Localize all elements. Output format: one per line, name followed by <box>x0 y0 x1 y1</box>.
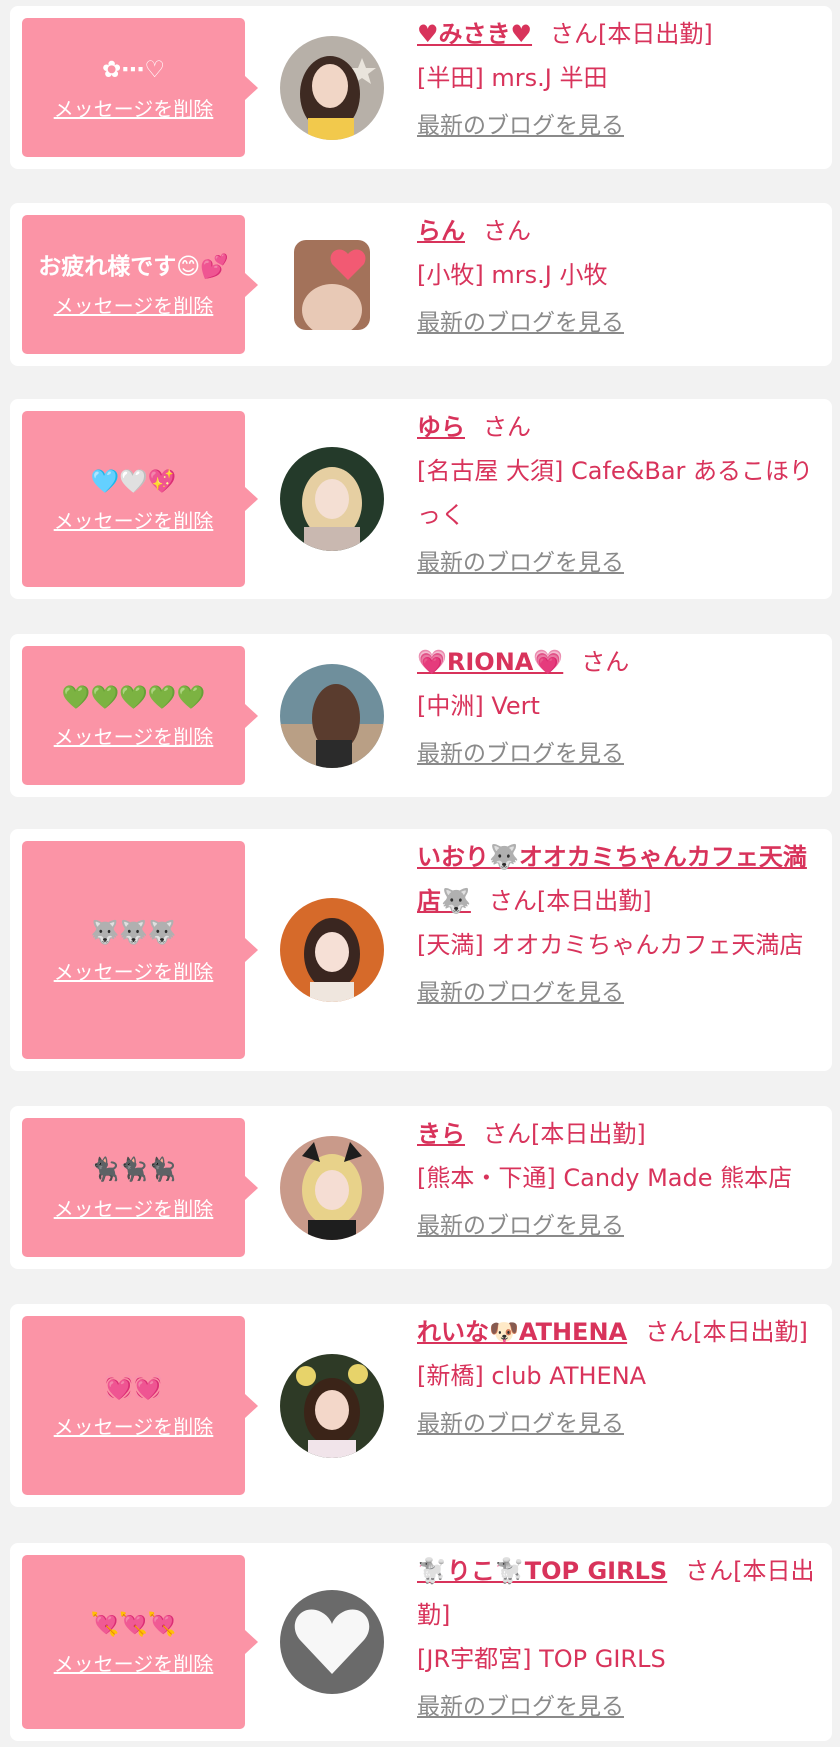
member-info: ♥みさき♥ さん[本日出勤] [半田] mrs.J 半田 最新のブログを見る <box>417 12 822 148</box>
message-text: 💚💚💚💚💚 <box>61 685 206 711</box>
delete-message-link[interactable]: メッセージを削除 <box>54 956 214 985</box>
white-heart-icon <box>280 1590 384 1694</box>
shop-name: [新橋] club ATHENA <box>417 1362 647 1390</box>
member-name-link[interactable]: 🐩りこ🐩TOP GIRLS <box>417 1557 667 1585</box>
member-info: きら さん[本日出勤] [熊本・下通] Candy Made 熊本店 最新のブログ… <box>417 1112 822 1248</box>
message-card: 🩵🤍💖 メッセージを削除 ゆら さん [名古屋 大須] Cafe&Bar あるこほ… <box>10 399 832 599</box>
view-blog-link[interactable]: 最新のブログを見る <box>417 541 822 585</box>
view-blog-link[interactable]: 最新のブログを見る <box>417 301 822 345</box>
girl-photo-icon <box>280 898 384 1002</box>
message-card: 🐈‍⬛🐈‍⬛🐈‍⬛ メッセージを削除 きら さん[本日出勤] [熊本・下通] Ca… <box>10 1106 832 1269</box>
attendance-status: [本日出勤] <box>536 887 652 915</box>
girl-photo-icon <box>280 447 384 551</box>
san-label: さん <box>488 887 537 915</box>
attendance-status: [本日出勤] <box>531 1120 646 1148</box>
view-blog-link[interactable]: 最新のブログを見る <box>417 1204 822 1248</box>
avatar[interactable] <box>280 35 384 140</box>
message-bubble: お疲れ様です😊💕 メッセージを削除 <box>22 215 258 354</box>
message-card: 💓💓 メッセージを削除 れいな🐶ATHENA さん[本日出勤] [新橋] club… <box>10 1304 832 1507</box>
member-info: れいな🐶ATHENA さん[本日出勤] [新橋] club ATHENA 最新のブ… <box>417 1310 822 1446</box>
message-text: ✿⋯♡ <box>102 57 165 83</box>
message-card: お疲れ様です😊💕 メッセージを削除 らん さん [小牧] mrs.J 小牧 最新の… <box>10 203 832 366</box>
attendance-status: [本日出勤] <box>693 1318 808 1346</box>
message-bubble: 🐺🐺🐺 メッセージを削除 <box>22 841 258 1059</box>
avatar[interactable] <box>280 1135 384 1240</box>
member-name-link[interactable]: 💗RIONA💗 <box>417 648 563 676</box>
message-text: お疲れ様です😊💕 <box>38 254 229 280</box>
girl-photo-icon <box>280 1135 384 1240</box>
girl-photo-icon <box>280 1353 384 1458</box>
message-card: 💚💚💚💚💚 メッセージを削除 💗RIONA💗 さん [中洲] Vert 最新のブロ… <box>10 634 832 797</box>
delete-message-link[interactable]: メッセージを削除 <box>54 721 214 750</box>
shop-name: [半田] mrs.J 半田 <box>417 64 608 92</box>
member-info: 💗RIONA💗 さん [中洲] Vert 最新のブログを見る <box>417 640 822 776</box>
message-card: ✿⋯♡ メッセージを削除 ♥みさき♥ さん[本日出勤] [半田] mrs.J 半田… <box>10 6 832 169</box>
delete-message-link[interactable]: メッセージを削除 <box>54 1193 214 1222</box>
message-text: 💘💘💘 <box>90 1611 177 1638</box>
shop-name: [JR宇都宮] TOP GIRLS <box>417 1645 666 1673</box>
girl-photo-icon <box>280 663 384 768</box>
member-name-link[interactable]: ゆら <box>417 413 465 441</box>
avatar[interactable] <box>280 447 384 551</box>
message-card: 💘💘💘 メッセージを削除 🐩りこ🐩TOP GIRLS さん[本日出勤] [JR宇都… <box>10 1543 832 1741</box>
message-text: 💓💓 <box>104 1375 163 1401</box>
view-blog-link[interactable]: 最新のブログを見る <box>417 1402 822 1446</box>
view-blog-link[interactable]: 最新のブログを見る <box>417 732 822 776</box>
shop-name: [天満] オオカミちゃんカフェ天満店 <box>417 931 804 959</box>
san-label: さん <box>581 648 630 676</box>
san-label: さん <box>645 1318 694 1346</box>
member-name-link[interactable]: れいな🐶ATHENA <box>417 1318 627 1346</box>
message-card: 🐺🐺🐺 メッセージを削除 いおり🐺オオカミちゃんカフェ天満店🐺 さん[本日出勤] … <box>10 829 832 1071</box>
view-blog-link[interactable]: 最新のブログを見る <box>417 971 822 1015</box>
san-label: さん <box>685 1557 734 1585</box>
message-text: 🐈‍⬛🐈‍⬛🐈‍⬛ <box>90 1157 177 1183</box>
delete-message-link[interactable]: メッセージを削除 <box>54 505 214 534</box>
member-name-link[interactable]: らん <box>417 217 465 245</box>
san-label: さん <box>483 413 531 441</box>
message-bubble: 🐈‍⬛🐈‍⬛🐈‍⬛ メッセージを削除 <box>22 1118 258 1257</box>
member-name-link[interactable]: きら <box>417 1120 465 1148</box>
member-info: 🐩りこ🐩TOP GIRLS さん[本日出勤] [JR宇都宮] TOP GIRLS … <box>417 1549 822 1729</box>
message-text: 🩵🤍💖 <box>90 468 177 495</box>
view-blog-link[interactable]: 最新のブログを見る <box>417 104 822 148</box>
avatar[interactable] <box>280 898 384 1002</box>
shop-name: [中洲] Vert <box>417 692 540 720</box>
message-bubble: 💘💘💘 メッセージを削除 <box>22 1555 258 1729</box>
avatar[interactable] <box>280 1353 384 1458</box>
message-bubble: 💓💓 メッセージを削除 <box>22 1316 258 1495</box>
san-label: さん <box>550 20 599 48</box>
member-info: ゆら さん [名古屋 大須] Cafe&Bar あるこほりっく 最新のブログを見る <box>417 405 822 585</box>
delete-message-link[interactable]: メッセージを削除 <box>54 1648 214 1677</box>
member-name-link[interactable]: ♥みさき♥ <box>417 20 532 48</box>
view-blog-link[interactable]: 最新のブログを見る <box>417 1685 822 1729</box>
message-text: 🐺🐺🐺 <box>90 919 177 946</box>
avatar[interactable] <box>294 239 370 330</box>
avatar[interactable] <box>280 1590 384 1694</box>
heart-covered-photo-icon <box>294 239 370 330</box>
shop-name: [小牧] mrs.J 小牧 <box>417 261 608 289</box>
delete-message-link[interactable]: メッセージを削除 <box>54 1411 214 1440</box>
attendance-status: [本日出勤] <box>598 20 713 48</box>
avatar[interactable] <box>280 663 384 768</box>
message-bubble: ✿⋯♡ メッセージを削除 <box>22 18 258 157</box>
shop-name: [熊本・下通] Candy Made 熊本店 <box>417 1164 793 1192</box>
delete-message-link[interactable]: メッセージを削除 <box>54 290 214 319</box>
san-label: さん <box>483 217 531 245</box>
member-info: いおり🐺オオカミちゃんカフェ天満店🐺 さん[本日出勤] [天満] オオカミちゃんカ… <box>417 835 822 1015</box>
message-list: ✿⋯♡ メッセージを削除 ♥みさき♥ さん[本日出勤] [半田] mrs.J 半田… <box>0 0 840 1747</box>
girl-photo-icon <box>280 35 384 140</box>
message-bubble: 🩵🤍💖 メッセージを削除 <box>22 411 258 587</box>
san-label: さん <box>483 1120 531 1148</box>
shop-name: [名古屋 大須] Cafe&Bar あるこほりっく <box>417 457 814 529</box>
delete-message-link[interactable]: メッセージを削除 <box>54 93 214 122</box>
message-bubble: 💚💚💚💚💚 メッセージを削除 <box>22 646 258 785</box>
member-info: らん さん [小牧] mrs.J 小牧 最新のブログを見る <box>417 209 822 345</box>
